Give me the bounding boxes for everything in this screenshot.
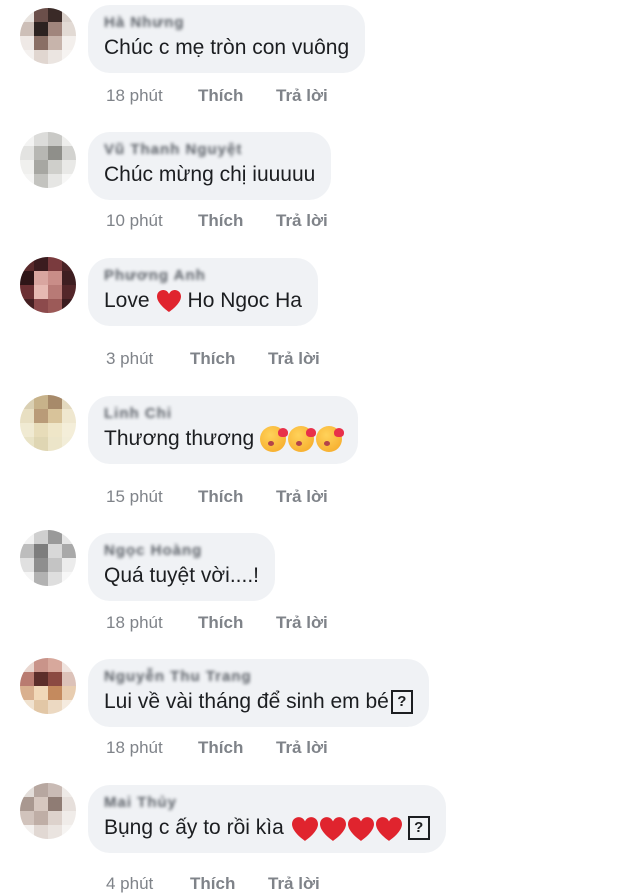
comment-author[interactable]: Phương Anh: [104, 266, 302, 286]
comment-time[interactable]: 4 phút: [106, 874, 190, 894]
missing-glyph-icon: ?: [407, 816, 430, 840]
like-button[interactable]: Thích: [198, 487, 276, 507]
like-button[interactable]: Thích: [190, 349, 268, 369]
comment-author[interactable]: Nguyễn Thu Trang: [104, 667, 413, 687]
comment-actions: 10 phút Thích Trả lời: [106, 211, 328, 231]
comment-bubble: Phương Anh Love Ho Ngoc Ha: [88, 258, 318, 326]
like-button[interactable]: Thích: [198, 613, 276, 633]
reply-button[interactable]: Trả lời: [268, 349, 320, 369]
comment-time[interactable]: 18 phút: [106, 86, 198, 106]
missing-glyph-icon: ?: [390, 690, 413, 714]
comment-actions: 3 phút Thích Trả lời: [106, 349, 320, 369]
comment-text-part: Thương thương: [104, 427, 255, 450]
comment-time[interactable]: 18 phút: [106, 613, 198, 633]
comment-author[interactable]: Linh Chi: [104, 404, 342, 424]
comment-actions: 15 phút Thích Trả lời: [106, 487, 328, 507]
reply-button[interactable]: Trả lời: [276, 738, 328, 758]
comment-bubble: Mai Thủy Bụng c ấy to rồi kìa ?: [88, 785, 446, 853]
reply-button[interactable]: Trả lời: [276, 487, 328, 507]
reply-button[interactable]: Trả lời: [276, 613, 328, 633]
comment-author[interactable]: Mai Thủy: [104, 793, 430, 813]
comment-time[interactable]: 15 phút: [106, 487, 198, 507]
avatar[interactable]: [20, 783, 76, 839]
comment-actions: 18 phút Thích Trả lời: [106, 86, 328, 106]
face-blowing-kiss-icon: [288, 426, 317, 452]
comment-author[interactable]: Ngọc Hoàng: [104, 541, 259, 561]
comment-bubble: Ngọc Hoàng Quá tuyệt vời....!: [88, 533, 275, 601]
comment-bubble: Nguyễn Thu Trang Lui về vài tháng để sin…: [88, 659, 429, 727]
red-heart-icon: [290, 816, 318, 841]
reply-button[interactable]: Trả lời: [276, 86, 328, 106]
like-button[interactable]: Thích: [198, 86, 276, 106]
avatar[interactable]: [20, 8, 76, 64]
comment-text: Thương thương: [104, 424, 345, 454]
comment-text: Lui về vài tháng để sinh em bé ?: [104, 687, 413, 717]
avatar[interactable]: [20, 132, 76, 188]
comment-author[interactable]: Hà Nhưng: [104, 13, 349, 33]
comment-text-part: Lui về vài tháng để sinh em bé: [104, 690, 389, 713]
like-button[interactable]: Thích: [198, 738, 276, 758]
comment-text: Love Ho Ngoc Ha: [104, 286, 302, 316]
comment-text-part: Ho Ngoc Ha: [187, 289, 302, 312]
comment-bubble: Linh Chi Thương thương: [88, 396, 359, 464]
reply-button[interactable]: Trả lời: [268, 874, 320, 894]
face-blowing-kiss-icon: [316, 426, 345, 452]
like-button[interactable]: Thích: [198, 211, 276, 231]
comment-text: Bụng c ấy to rồi kìa ?: [104, 813, 430, 843]
avatar[interactable]: [20, 395, 76, 451]
avatar[interactable]: [20, 530, 76, 586]
comment-bubble: Hà Nhưng Chúc c mẹ tròn con vuông: [88, 5, 366, 73]
comment-actions: 18 phút Thích Trả lời: [106, 738, 328, 758]
comment-actions: 4 phút Thích Trả lời: [106, 874, 320, 894]
red-heart-icon: [318, 816, 346, 841]
red-heart-icon: [156, 289, 182, 313]
comment-text: Chúc mừng chị iuuuuu: [104, 163, 316, 186]
comment-bubble: Vũ Thanh Nguyệt Chúc mừng chị iuuuuu: [88, 132, 332, 200]
comment-author[interactable]: Vũ Thanh Nguyệt: [104, 140, 315, 160]
like-button[interactable]: Thích: [190, 874, 268, 894]
red-heart-icon: [374, 816, 402, 841]
comment-time[interactable]: 18 phút: [106, 738, 198, 758]
comment-time[interactable]: 10 phút: [106, 211, 198, 231]
face-blowing-kiss-icon: [260, 426, 289, 452]
comment-text: Chúc c mẹ tròn con vuông: [104, 36, 350, 59]
avatar[interactable]: [20, 658, 76, 714]
reply-button[interactable]: Trả lời: [276, 211, 328, 231]
comment-text-part: Bụng c ấy to rồi kìa: [104, 816, 284, 839]
comment-time[interactable]: 3 phút: [106, 349, 190, 369]
red-heart-icon: [346, 816, 374, 841]
comment-text: Quá tuyệt vời....!: [104, 564, 259, 587]
comment-text-part: Love: [104, 289, 150, 312]
avatar[interactable]: [20, 257, 76, 313]
comment-actions: 18 phút Thích Trả lời: [106, 613, 328, 633]
